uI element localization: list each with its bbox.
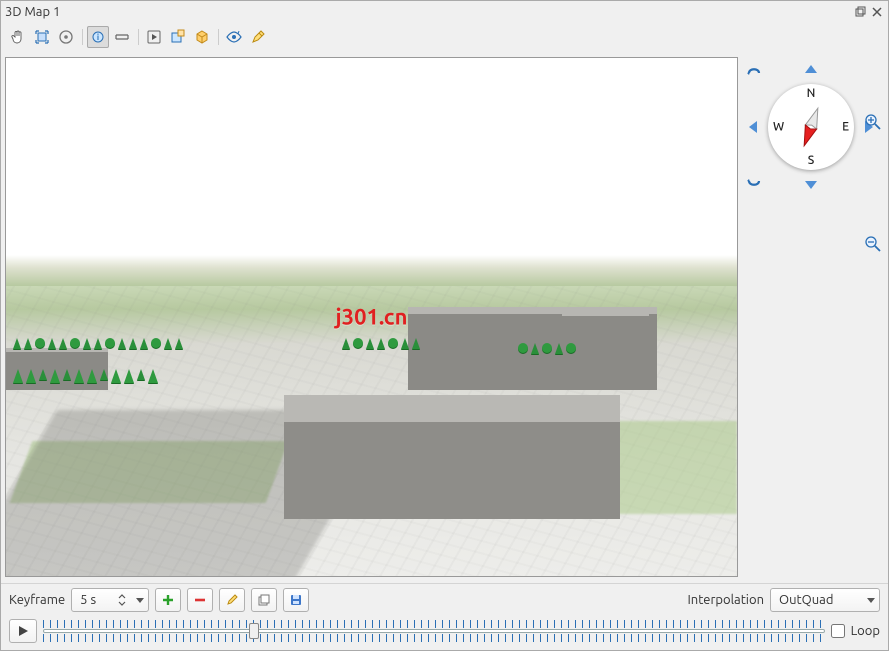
titlebar: 3D Map 1: [1, 1, 888, 23]
save-animation-button[interactable]: [283, 588, 309, 612]
remove-keyframe-button[interactable]: [187, 588, 213, 612]
toolbar-separator: [79, 26, 85, 48]
view-options-icon[interactable]: [223, 26, 245, 48]
toggle-onscreen-nav-icon[interactable]: [55, 26, 77, 48]
compass-s: S: [808, 154, 815, 167]
edit-keyframe-button[interactable]: [219, 588, 245, 612]
interpolation-label: Interpolation: [687, 593, 764, 607]
keyframe-label: Keyframe: [9, 593, 65, 607]
timeline-slider[interactable]: [43, 618, 825, 644]
export-3d-icon[interactable]: [191, 26, 213, 48]
compass-w: W: [773, 121, 784, 134]
identify-tool-icon[interactable]: i: [87, 26, 109, 48]
compass[interactable]: N S E W: [768, 84, 854, 170]
window-title: 3D Map 1: [5, 5, 852, 19]
pan-down-icon[interactable]: [800, 173, 822, 195]
measure-tool-icon[interactable]: [111, 26, 133, 48]
main-toolbar: i: [1, 23, 888, 51]
add-keyframe-button[interactable]: [155, 588, 181, 612]
toolbar-separator: [135, 26, 141, 48]
close-window-icon[interactable]: [870, 5, 884, 19]
chevron-down-icon: [867, 598, 875, 603]
toolbar-separator: [215, 26, 221, 48]
loop-label: Loop: [851, 624, 880, 638]
svg-text:i: i: [97, 33, 99, 42]
nav-panel: N S E W: [738, 51, 888, 583]
timeline-handle[interactable]: [249, 623, 259, 639]
app-window: 3D Map 1 i: [0, 0, 889, 651]
save-image-icon[interactable]: [167, 26, 189, 48]
zoom-out-icon[interactable]: [862, 233, 884, 255]
loop-checkbox[interactable]: [831, 624, 845, 638]
keyframe-duration-combo[interactable]: 5 s: [71, 588, 149, 612]
restore-window-icon[interactable]: [854, 5, 868, 19]
pan-tool-icon[interactable]: [7, 26, 29, 48]
zoom-in-icon[interactable]: [862, 111, 884, 133]
configure-icon[interactable]: [247, 26, 269, 48]
main-content: j301.cn N S E W: [1, 51, 888, 583]
interpolation-value: OutQuad: [779, 593, 833, 607]
tilt-up-icon[interactable]: [743, 59, 765, 81]
pan-up-icon[interactable]: [800, 59, 822, 81]
animation-panel: Keyframe 5 s Interpol: [1, 583, 888, 650]
keyframe-duration-value: 5 s: [80, 593, 96, 607]
stepper-icon: [118, 594, 126, 606]
interpolation-combo[interactable]: OutQuad: [770, 588, 880, 612]
compass-n: N: [807, 87, 816, 100]
pan-left-icon[interactable]: [743, 116, 765, 138]
tilt-down-icon[interactable]: [743, 173, 765, 195]
3d-viewport[interactable]: j301.cn: [5, 57, 738, 577]
compass-e: E: [842, 121, 849, 134]
zoom-full-icon[interactable]: [31, 26, 53, 48]
chevron-down-icon: [136, 598, 144, 603]
animation-icon[interactable]: [143, 26, 165, 48]
play-button[interactable]: [9, 619, 37, 643]
duplicate-keyframe-button[interactable]: [251, 588, 277, 612]
